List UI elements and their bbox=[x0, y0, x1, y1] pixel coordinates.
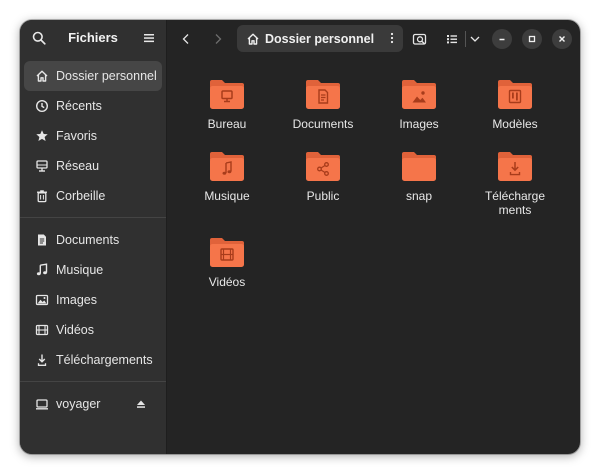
sidebar-separator bbox=[20, 381, 166, 382]
music-icon bbox=[35, 263, 49, 277]
location-bar[interactable]: Dossier personnel bbox=[237, 25, 403, 52]
sidebar-item-network[interactable]: Réseau bbox=[24, 151, 162, 181]
minimize-icon bbox=[499, 38, 505, 41]
current-path-label: Dossier personnel bbox=[265, 31, 375, 46]
file-item-musique[interactable]: Musique bbox=[179, 150, 275, 203]
video-icon bbox=[35, 323, 49, 337]
file-name: Modèles bbox=[492, 117, 538, 131]
file-item-telechargements[interactable]: Télécharge ments bbox=[467, 150, 563, 217]
sidebar-item-label: voyager bbox=[56, 397, 101, 411]
sidebar-header: Fichiers bbox=[20, 20, 166, 56]
folder-videos-icon bbox=[210, 238, 244, 267]
folder-music-icon bbox=[210, 152, 244, 181]
sidebar-item-label: Vidéos bbox=[56, 323, 94, 337]
view-options-button[interactable] bbox=[464, 28, 486, 50]
file-item-snap[interactable]: snap bbox=[371, 150, 467, 203]
eject-icon[interactable] bbox=[134, 397, 148, 411]
sidebar-item-label: Réseau bbox=[56, 159, 100, 173]
folder-publicshare-icon bbox=[306, 152, 340, 181]
chevron-right-icon bbox=[215, 34, 222, 44]
folder-pictures-icon bbox=[402, 80, 436, 109]
minimize-button[interactable] bbox=[492, 29, 512, 49]
file-name: Vidéos bbox=[208, 275, 246, 289]
back-button[interactable] bbox=[175, 28, 197, 50]
sidebar-item-voyager[interactable]: voyager bbox=[24, 389, 162, 419]
file-name: Télécharge ments bbox=[484, 189, 546, 217]
star-icon bbox=[35, 129, 49, 143]
sidebar-separator bbox=[20, 217, 166, 218]
file-item-public[interactable]: Public bbox=[275, 150, 371, 203]
folder-icon bbox=[402, 152, 436, 181]
sidebar: Fichiers Dossier personnel Récents Favor… bbox=[20, 20, 167, 454]
sidebar-item-label: Téléchargements bbox=[56, 353, 153, 367]
close-icon bbox=[559, 36, 565, 42]
file-name: Musique bbox=[204, 189, 250, 203]
sidebar-item-images[interactable]: Images bbox=[24, 285, 162, 315]
file-manager-window: Fichiers Dossier personnel Récents Favor… bbox=[20, 20, 580, 454]
search-in-folder-button[interactable] bbox=[409, 28, 431, 50]
chevron-down-icon bbox=[470, 36, 480, 42]
sidebar-item-starred[interactable]: Favoris bbox=[24, 121, 162, 151]
sidebar-item-downloads[interactable]: Téléchargements bbox=[24, 345, 162, 375]
view-list-button[interactable] bbox=[441, 28, 463, 50]
image-icon bbox=[35, 293, 49, 307]
file-item-modeles[interactable]: Modèles bbox=[467, 78, 563, 131]
network-icon bbox=[35, 159, 49, 173]
sidebar-devices: voyager bbox=[20, 389, 166, 419]
sidebar-item-trash[interactable]: Corbeille bbox=[24, 181, 162, 211]
file-item-bureau[interactable]: Bureau bbox=[179, 78, 275, 131]
sidebar-item-music[interactable]: Musique bbox=[24, 255, 162, 285]
file-item-documents[interactable]: Documents bbox=[275, 78, 371, 131]
path-menu-button[interactable] bbox=[389, 31, 395, 45]
file-name: Public bbox=[306, 189, 340, 203]
main-pane: Dossier personnel Bureau Documents Image… bbox=[167, 20, 580, 454]
sidebar-item-label: Documents bbox=[56, 233, 120, 247]
sidebar-item-label: Favoris bbox=[56, 129, 97, 143]
download-icon bbox=[35, 353, 49, 367]
sidebar-bookmarks: Documents Musique Images Vidéos Téléchar… bbox=[20, 225, 166, 375]
clock-icon bbox=[35, 99, 49, 113]
sidebar-item-documents[interactable]: Documents bbox=[24, 225, 162, 255]
sidebar-item-home[interactable]: Dossier personnel bbox=[24, 61, 162, 91]
sidebar-item-label: Images bbox=[56, 293, 97, 307]
file-item-videos[interactable]: Vidéos bbox=[179, 236, 275, 289]
document-icon bbox=[35, 233, 49, 247]
file-name: snap bbox=[405, 189, 433, 203]
file-name: Documents bbox=[292, 117, 354, 131]
trash-icon bbox=[35, 189, 49, 203]
folder-download-icon bbox=[498, 152, 532, 181]
maximize-button[interactable] bbox=[522, 29, 542, 49]
sidebar-item-recent[interactable]: Récents bbox=[24, 91, 162, 121]
maximize-icon bbox=[528, 35, 536, 43]
sidebar-places: Dossier personnel Récents Favoris Réseau bbox=[20, 56, 166, 211]
close-button[interactable] bbox=[552, 29, 572, 49]
hamburger-icon bbox=[144, 34, 154, 43]
folder-documents-icon bbox=[306, 80, 340, 109]
home-icon bbox=[246, 32, 260, 46]
file-name: Images bbox=[399, 117, 439, 131]
sidebar-item-label: Musique bbox=[56, 263, 104, 277]
sidebar-item-label: Récents bbox=[56, 99, 102, 113]
sidebar-item-videos[interactable]: Vidéos bbox=[24, 315, 162, 345]
folder-desktop-icon bbox=[210, 80, 244, 109]
drive-icon bbox=[35, 397, 49, 411]
file-name: Bureau bbox=[207, 117, 247, 131]
header-bar: Dossier personnel bbox=[167, 20, 580, 58]
sidebar-item-label: Dossier personnel bbox=[56, 69, 157, 83]
main-menu-button[interactable] bbox=[139, 28, 159, 48]
sidebar-item-label: Corbeille bbox=[56, 189, 106, 203]
forward-button[interactable] bbox=[207, 28, 229, 50]
chevron-left-icon bbox=[182, 34, 189, 44]
list-view-icon bbox=[447, 35, 457, 44]
search-folder-icon bbox=[412, 33, 427, 45]
vertical-dots-icon bbox=[390, 32, 394, 44]
home-icon bbox=[35, 69, 49, 83]
file-item-images[interactable]: Images bbox=[371, 78, 467, 131]
folder-templates-icon bbox=[498, 80, 532, 109]
